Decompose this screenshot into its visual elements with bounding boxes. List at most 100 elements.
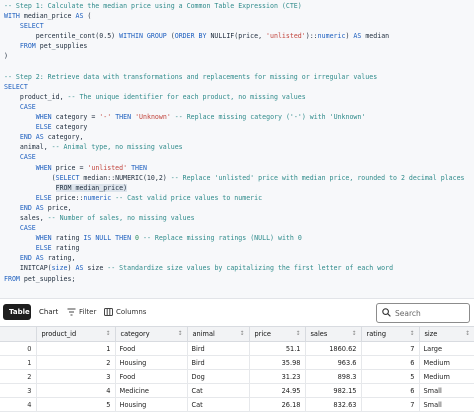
- table-row[interactable]: 0 1 Food Bird 51.1 1860.62 7 Large: [0, 341, 474, 356]
- cell-animal: Cat: [186, 397, 249, 412]
- cell-animal: Dog: [186, 369, 249, 384]
- code-token: IS NULL THEN: [83, 234, 132, 243]
- code-token: numeric: [317, 32, 346, 41]
- sql-code[interactable]: -- Step 1: Calculate the median price us…: [4, 1, 465, 284]
- code-line: INITCAP(size) AS size -- Standardize siz…: [4, 263, 465, 273]
- code-token: THEN: [115, 113, 132, 122]
- row-index: 2: [0, 369, 36, 384]
- code-token: rating: [51, 234, 84, 243]
- code-token: WITH: [4, 12, 20, 21]
- cell-price: 24.95: [248, 383, 305, 398]
- table-row[interactable]: 1 2 Housing Bird 35.98 963.6 6 Medium: [0, 355, 474, 370]
- code-line: WHEN category = '-' THEN 'Unknown' -- Re…: [4, 112, 465, 122]
- code-token: (: [166, 32, 175, 41]
- cell-rating: 7: [360, 341, 419, 356]
- cell-product_id: 4: [35, 383, 115, 398]
- cell-sales: 963.6: [304, 355, 361, 370]
- code-line: ELSE rating: [4, 243, 465, 253]
- code-token: WHEN: [35, 163, 52, 172]
- sql-editor[interactable]: -- Step 1: Calculate the median price us…: [0, 0, 474, 299]
- code-line: ELSE category: [4, 122, 465, 132]
- code-token: ORDER BY: [174, 32, 207, 41]
- code-token: product_id,: [4, 92, 68, 101]
- cell-sales: 1860.62: [304, 341, 361, 356]
- cell-product_id: 2: [35, 355, 115, 370]
- column-header-price[interactable]: price ↕: [248, 326, 305, 342]
- code-line: CASE: [4, 102, 465, 112]
- cell-rating: 5: [360, 369, 419, 384]
- code-line: WITH median_price AS (: [4, 11, 465, 21]
- table-row[interactable]: 3 4 Medicine Cat 24.95 982.15 6 Small: [0, 383, 474, 398]
- cell-size: Large: [418, 341, 474, 356]
- code-line: CASE: [4, 223, 465, 233]
- column-header-rating[interactable]: rating ↕: [360, 326, 419, 342]
- column-header-animal[interactable]: animal ↕: [186, 326, 249, 342]
- code-token: 'unlisted': [87, 163, 128, 172]
- table-header-row: product_id ↕ category ↕ animal ↕ price ↕ sales ↕ r…: [0, 326, 474, 342]
- column-header-sales[interactable]: sales ↕: [304, 326, 361, 342]
- code-line: FROM pet_supplies: [4, 41, 465, 51]
- column-header-category[interactable]: category ↕: [114, 326, 187, 342]
- code-line: -- Step 2: Retrieve data with transforma…: [4, 72, 465, 82]
- code-token: THEN: [131, 163, 147, 172]
- code-token: size: [51, 264, 68, 273]
- cell-category: Medicine: [114, 383, 187, 398]
- code-token: size: [83, 264, 108, 273]
- column-header-product_id[interactable]: product_id ↕: [35, 326, 115, 342]
- sort-icon[interactable]: ↕: [177, 330, 182, 337]
- code-token: CASE: [19, 153, 36, 162]
- code-token: ELSE: [35, 123, 52, 132]
- row-index: 4: [0, 397, 36, 412]
- filter-button[interactable]: Filter: [67, 304, 97, 320]
- cell-rating: 7: [360, 397, 419, 412]
- tab-table[interactable]: Table: [3, 304, 31, 320]
- cell-size: Medium: [418, 369, 474, 384]
- cell-category: Food: [114, 369, 187, 384]
- sort-icon[interactable]: ↕: [465, 330, 470, 337]
- sort-icon[interactable]: ↕: [409, 330, 414, 337]
- cell-price: 51.1: [248, 341, 305, 356]
- code-token: END AS: [19, 203, 44, 212]
- search-icon: [382, 308, 391, 317]
- tab-chart[interactable]: Chart: [33, 304, 61, 320]
- search-box[interactable]: [376, 303, 470, 323]
- results-table: product_id ↕ category ↕ animal ↕ price ↕ sales ↕ r…: [0, 326, 474, 412]
- cell-category: Food: [114, 341, 187, 356]
- cell-category: Housing: [114, 355, 187, 370]
- column-header-label: rating: [366, 330, 387, 338]
- column-header-size[interactable]: size ↕: [418, 326, 474, 342]
- sort-icon[interactable]: ↕: [351, 330, 356, 337]
- code-line: animal, -- Animal type, no missing value…: [4, 142, 465, 152]
- code-token: category,: [43, 133, 84, 142]
- cell-rating: 6: [360, 355, 419, 370]
- code-line: SELECT: [4, 21, 465, 31]
- columns-button[interactable]: Columns: [104, 304, 147, 320]
- search-input[interactable]: [395, 306, 465, 320]
- code-token: percentile_cont(0.5): [4, 32, 120, 41]
- index-header: [0, 326, 36, 342]
- cell-price: 31.23: [248, 369, 305, 384]
- code-token: category: [51, 123, 88, 132]
- code-token: -- Standardize size values by capitalizi…: [107, 264, 394, 273]
- sort-icon[interactable]: ↕: [105, 330, 110, 337]
- sort-icon[interactable]: ↕: [295, 330, 300, 337]
- cell-sales: 898.3: [304, 369, 361, 384]
- table-row[interactable]: 4 5 Housing Cat 26.18 832.63 7 Small: [0, 397, 474, 412]
- code-token: sales,: [4, 213, 48, 222]
- code-token: ELSE: [35, 193, 52, 202]
- sort-icon[interactable]: ↕: [239, 330, 244, 337]
- columns-icon: [104, 308, 113, 316]
- table-row[interactable]: 2 3 Food Dog 31.23 898.3 5 Medium: [0, 369, 474, 384]
- columns-label: Columns: [116, 308, 147, 316]
- cell-size: Small: [418, 383, 474, 398]
- row-index: 0: [0, 341, 36, 356]
- code-token: rating,: [43, 254, 76, 263]
- code-token: -- Step 1: Calculate the median price us…: [4, 2, 302, 10]
- code-token: END AS: [19, 254, 44, 263]
